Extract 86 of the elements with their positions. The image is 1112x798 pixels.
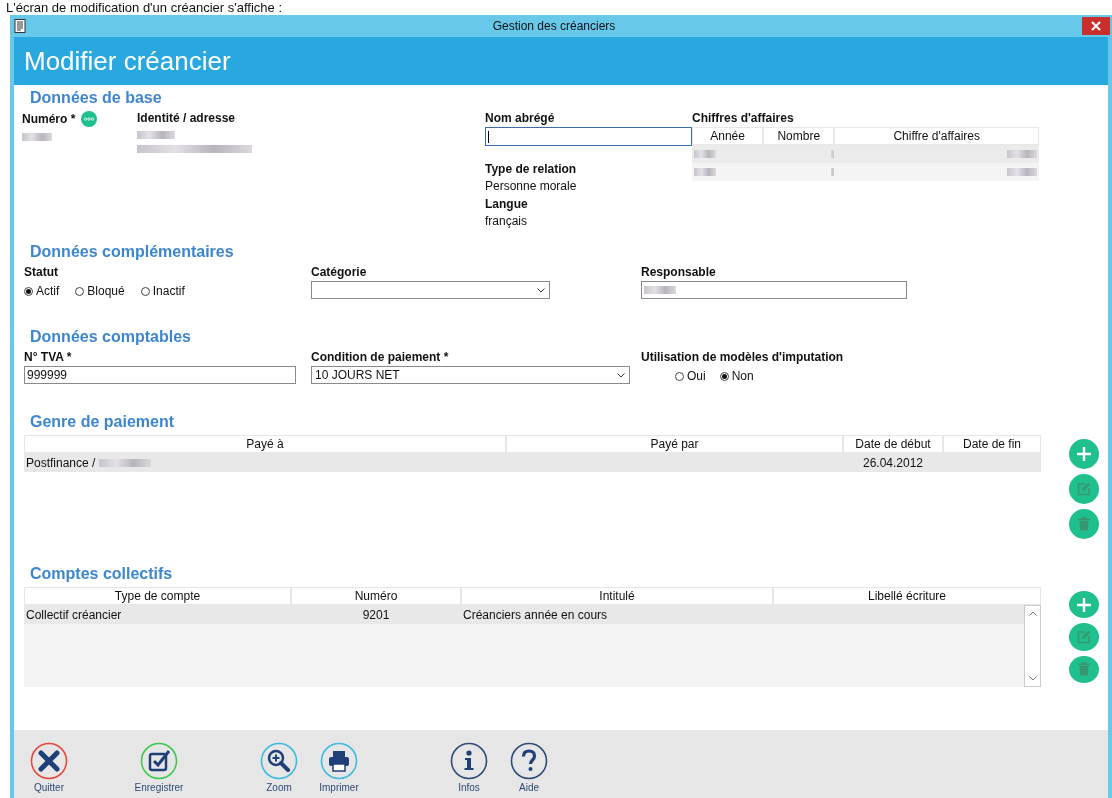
column-header: Intitulé [461,587,773,605]
delete-button[interactable] [1069,509,1099,539]
zoom-in-icon [260,742,298,780]
table-title: Chiffres d'affaires [692,111,795,125]
add-button[interactable] [1069,439,1099,469]
column-header: Numéro [291,587,461,605]
column-header: Chiffre d'affaires [834,127,1039,145]
table-cell: Créanciers année en cours [463,607,608,622]
column-header: Date de début [843,435,943,453]
info-button[interactable]: Infos [444,742,494,793]
field-label: N° TVA * [24,350,73,364]
redacted-value [1007,150,1037,158]
field-label: Identité / adresse [137,111,237,125]
window-title: Gestion des créanciers [491,19,617,33]
edit-icon [1077,482,1091,496]
chevron-icon [537,287,545,293]
quit-button[interactable]: Quitter [24,742,74,793]
section-heading: Données de base [30,89,162,107]
template-radio[interactable]: Oui [675,369,706,383]
table-cell: 26.04.2012 [862,455,924,470]
checkbox-icon [140,742,178,780]
more-button[interactable] [81,111,98,127]
section-heading: Comptes collectifs [30,565,173,583]
close-button[interactable] [1082,17,1110,35]
info-icon [450,742,488,780]
field-label: Condition de paiement * [311,350,450,364]
save-button[interactable]: Enregistrer [134,742,184,793]
section-heading: Genre de paiement [30,413,175,431]
manager-field[interactable] [641,281,907,299]
field-label: Responsable [641,265,717,279]
section-heading: Données comptables [30,328,191,346]
edit-button[interactable] [1069,623,1099,651]
help-button[interactable]: Aide [504,742,554,793]
document-icon [14,19,26,33]
plus-icon [1077,447,1091,461]
section-heading: Données complémentaires [30,243,234,261]
status-radio[interactable]: Inactif [140,284,185,298]
redacted-value [694,168,716,176]
printer-icon [320,742,358,780]
column-header: Type de compte [24,587,291,605]
edit-button[interactable] [1069,474,1099,504]
add-button[interactable] [1069,591,1099,619]
trash-icon [1078,662,1090,677]
category-dropdown[interactable] [311,281,550,299]
chevron-icon [617,372,625,378]
field-label: Statut [24,265,59,279]
table-cell: Collectif créancier [26,607,122,622]
caption-text: L'écran de modification d'un créancier s'affiche : [5,0,284,15]
column-header: Libellé écriture [773,587,1041,605]
table-cell: Postfinance / [26,455,96,470]
redacted-value [830,168,834,176]
redacted-value [1007,168,1037,176]
edit-icon [1077,630,1091,644]
field-label: Utilisation de modèles d'imputation [641,350,845,364]
field-label: Numéro * [22,112,76,126]
status-radio[interactable]: Bloqué [75,284,125,298]
column-header: Année [692,127,764,145]
redacted-value [830,150,834,158]
column-header: Date de fin [943,435,1041,453]
status-radio[interactable]: Actif [24,284,60,298]
short-name-field[interactable] [485,127,692,146]
template-radio[interactable]: Non [719,369,754,383]
field-value: français [485,214,529,228]
field-value: Personne morale [485,179,578,193]
zoom-button[interactable]: Zoom [254,742,304,793]
column-header: Nombre [763,127,835,145]
page-header: Modifier créancier [14,37,1108,85]
column-header: Payé à [24,435,506,453]
vat-field[interactable]: 999999 [24,366,296,384]
field-label: Nom abrégé [485,111,556,125]
field-label: Catégorie [311,265,368,279]
trash-icon [1078,517,1090,531]
close-icon [30,742,68,780]
table-cell: 9201 [362,607,390,622]
delete-button[interactable] [1069,655,1099,683]
close-icon [1091,21,1101,31]
plus-icon [1077,597,1091,612]
print-button[interactable]: Imprimer [314,742,364,793]
payment-terms-dropdown[interactable]: 10 JOURS NET [311,366,630,384]
field-label: Type de relation [485,162,578,176]
redacted-value [694,150,716,158]
field-label: Langue [485,197,529,211]
question-mark-icon [510,742,548,780]
more-icon [84,117,95,121]
column-header: Payé par [506,435,843,453]
scrollbar[interactable] [1024,605,1041,687]
